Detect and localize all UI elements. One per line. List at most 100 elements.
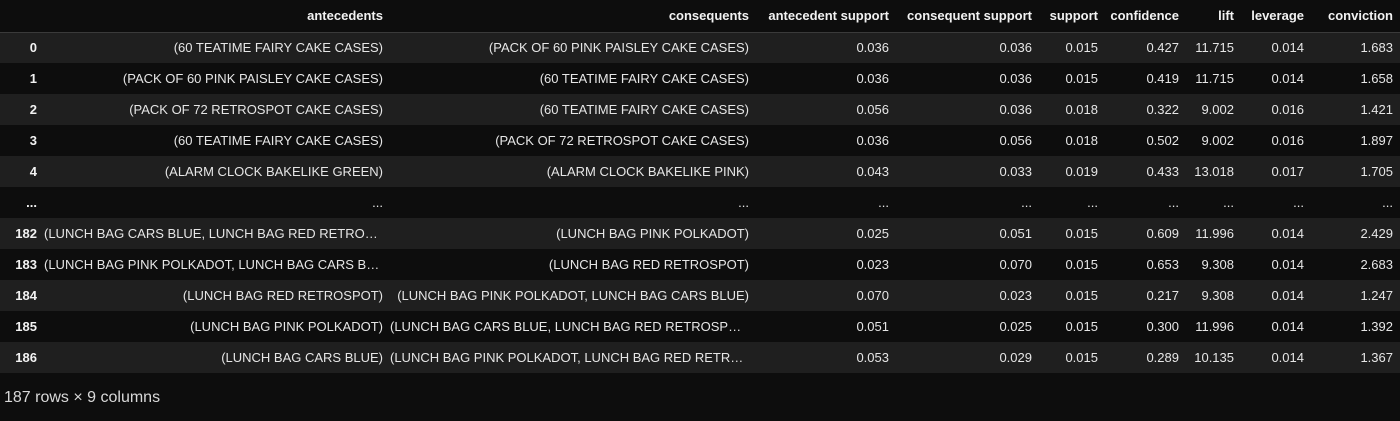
table-cell: ... (1168, 195, 1179, 210)
table-cell: 0.036 (999, 102, 1032, 117)
table-cell: (PACK OF 72 RETROSPOT CAKE CASES) (129, 102, 383, 117)
table-header: antecedents consequents antecedent support… (0, 0, 1400, 33)
table-cell: 0.043 (856, 164, 889, 179)
table-cell: ... (1223, 195, 1234, 210)
table-cell: 0.018 (1065, 133, 1098, 148)
table-cell: 0.217 (1146, 288, 1179, 303)
table-cell: 0.036 (999, 71, 1032, 86)
table-cell: 1.247 (1360, 288, 1393, 303)
column-header: leverage (1241, 0, 1311, 33)
table-cell: ... (1382, 195, 1393, 210)
table-cell: (60 TEATIME FAIRY CAKE CASES) (539, 71, 749, 86)
table-cell: (60 TEATIME FAIRY CAKE CASES) (173, 133, 383, 148)
table-cell: 0.070 (856, 288, 889, 303)
index-header (0, 0, 44, 33)
table-cell: 0.018 (1065, 102, 1098, 117)
table-cell: 0.322 (1146, 102, 1179, 117)
table-cell: (LUNCH BAG PINK POLKADOT) (556, 226, 749, 241)
table-cell: 0.016 (1271, 133, 1304, 148)
table-row: 184 (LUNCH BAG RED RETROSPOT) (LUNCH BAG P… (0, 280, 1400, 311)
table-cell: (LUNCH BAG RED RETROSPOT) (182, 288, 383, 303)
table-cell: 0.014 (1271, 40, 1304, 56)
table-cell: (PACK OF 60 PINK PAISLEY CAKE CASES) (122, 71, 383, 86)
table-cell: 1.897 (1360, 133, 1393, 148)
table-cell: ... (1087, 195, 1098, 210)
table-row: 186 (LUNCH BAG CARS BLUE) (LUNCH BAG PINK … (0, 342, 1400, 373)
table-cell: 0.419 (1146, 71, 1179, 86)
row-index: 186 (15, 350, 37, 365)
table-row: 2 (PACK OF 72 RETROSPOT CAKE CASES) (60 TE… (0, 94, 1400, 125)
table-row: 182 (LUNCH BAG CARS BLUE, LUNCH BAG RED R… (0, 218, 1400, 249)
table-cell: 0.015 (1065, 71, 1098, 86)
table-cell: 11.715 (1195, 71, 1234, 86)
table-cell: 0.014 (1271, 71, 1304, 86)
table-cell: (LUNCH BAG CARS BLUE, LUNCH BAG RED RETR… (390, 319, 751, 334)
table-cell: (60 TEATIME FAIRY CAKE CASES) (173, 40, 383, 56)
row-index: 2 (29, 102, 37, 117)
row-index: 183 (15, 257, 37, 272)
dataframe-table: antecedents consequents antecedent support… (0, 0, 1400, 373)
table-cell: 0.070 (999, 257, 1032, 272)
table-cell: 0.051 (856, 319, 889, 334)
column-header: antecedents (44, 0, 390, 33)
table-cell: 1.392 (1360, 319, 1393, 334)
table-cell: (ALARM CLOCK BAKELIKE PINK) (546, 164, 749, 179)
table-cell: 0.016 (1271, 102, 1304, 117)
table-cell: ... (1021, 195, 1032, 210)
table-cell: (PACK OF 60 PINK PAISLEY CAKE CASES) (488, 40, 749, 56)
table-cell: 1.658 (1360, 71, 1393, 86)
row-index: 0 (29, 40, 37, 56)
table-cell: 1.705 (1360, 164, 1393, 179)
table-cell: (LUNCH BAG RED RETROSPOT) (548, 257, 749, 272)
table-cell: (ALARM CLOCK BAKELIKE GREEN) (164, 164, 383, 179)
row-index: 185 (15, 319, 37, 334)
row-count-footer: 187 rows × 9 columns (4, 389, 161, 406)
table-cell: 0.036 (999, 40, 1032, 56)
table-row: 3 (60 TEATIME FAIRY CAKE CASES) (PACK OF 7… (0, 125, 1400, 156)
table-cell: 0.289 (1146, 350, 1179, 365)
table-cell: 0.029 (999, 350, 1032, 365)
table-cell: 0.019 (1065, 164, 1098, 179)
row-index: 4 (29, 164, 37, 179)
table-cell: ... (738, 195, 749, 210)
table-cell: 0.015 (1065, 319, 1098, 334)
table-row: 1 (PACK OF 60 PINK PAISLEY CAKE CASES) (60… (0, 63, 1400, 94)
table-cell: 0.023 (856, 257, 889, 272)
row-index: 184 (15, 288, 37, 303)
table-cell: ... (372, 195, 383, 210)
table-cell: (LUNCH BAG PINK POLKADOT, LUNCH BAG CARS… (397, 288, 749, 303)
table-cell: 9.308 (1201, 257, 1234, 272)
table-cell: 0.014 (1271, 257, 1304, 272)
table-cell: (PACK OF 72 RETROSPOT CAKE CASES) (495, 133, 749, 148)
column-header: antecedent support (756, 0, 896, 33)
row-index: 3 (29, 133, 37, 148)
table-cell: 9.002 (1201, 102, 1234, 117)
table-cell: 0.433 (1146, 164, 1179, 179)
row-index: 182 (15, 226, 37, 241)
table-row: .............................. (0, 187, 1400, 218)
table-body: 0 (60 TEATIME FAIRY CAKE CASES) (PACK OF 6… (0, 32, 1400, 373)
table-cell: 1.683 (1360, 40, 1393, 56)
table-row: 185 (LUNCH BAG PINK POLKADOT) (LUNCH BAG C… (0, 311, 1400, 342)
table-cell: 0.036 (856, 40, 889, 56)
table-cell: ... (1293, 195, 1304, 210)
table-cell: 0.051 (999, 226, 1032, 241)
table-cell: (LUNCH BAG PINK POLKADOT, LUNCH BAG RED … (390, 350, 756, 365)
table-cell: 0.014 (1271, 226, 1304, 241)
column-header: conviction (1311, 0, 1400, 33)
table-cell: (LUNCH BAG PINK POLKADOT) (190, 319, 383, 334)
table-cell: 0.056 (856, 102, 889, 117)
row-index: 1 (29, 71, 37, 86)
table-cell: 0.502 (1146, 133, 1179, 148)
table-cell: 0.015 (1065, 40, 1098, 56)
table-cell: 0.015 (1065, 257, 1098, 272)
table-cell: 11.996 (1195, 226, 1234, 241)
table-cell: 2.429 (1360, 226, 1393, 241)
column-header: support (1039, 0, 1105, 33)
table-cell: 0.015 (1065, 350, 1098, 365)
table-cell: 0.053 (856, 350, 889, 365)
table-cell: 0.033 (999, 164, 1032, 179)
table-cell: 0.025 (856, 226, 889, 241)
table-cell: 0.014 (1271, 319, 1304, 334)
table-cell: 9.002 (1201, 133, 1234, 148)
